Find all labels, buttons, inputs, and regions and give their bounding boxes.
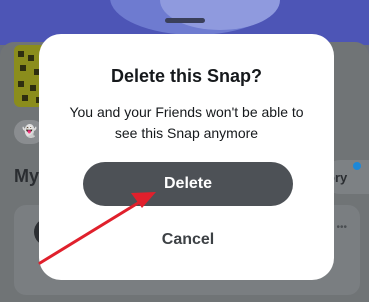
dialog-title: Delete this Snap? [110,66,263,86]
ghost-icon: 👻 [22,124,37,138]
cancel-button[interactable]: Cancel [83,222,293,258]
delete-snap-dialog: Delete this Snap? You and your Friends w… [39,34,334,280]
sheet-handle [165,18,205,23]
more-icon[interactable]: ••• [336,222,347,233]
delete-button[interactable]: Delete [83,162,293,206]
notification-dot [353,162,361,170]
section-heading: My [14,166,40,186]
dialog-message: You and your Friends won't be able to se… [69,104,304,141]
